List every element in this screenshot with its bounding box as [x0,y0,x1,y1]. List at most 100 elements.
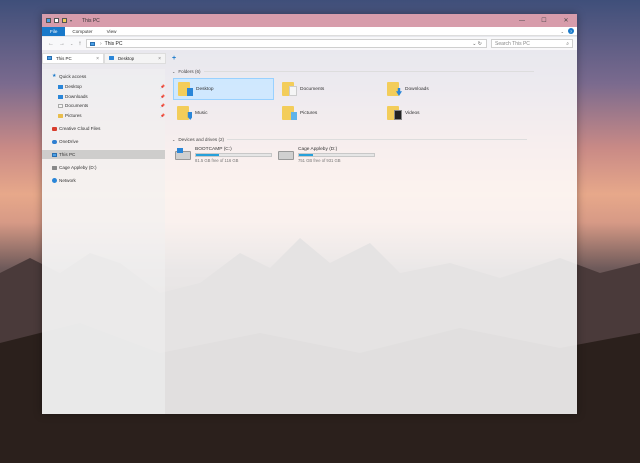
section-divider [203,71,534,72]
properties-icon[interactable] [54,18,59,23]
downloads-folder-icon [387,82,399,96]
minimize-button[interactable]: — [511,14,533,27]
title-bar: ▾ This PC — ☐ ✕ [42,14,577,27]
folder-icon [109,56,114,60]
search-input[interactable]: Search This PC ⌕ [491,39,573,48]
sidebar-item-label: Cage Appleby (D:) [59,165,97,170]
pin-icon[interactable]: 📌 [160,113,165,118]
close-button[interactable]: ✕ [555,14,577,27]
sidebar-item-creative-cloud-files[interactable]: Creative Cloud Files [42,124,165,133]
folder-label: Documents [300,86,325,92]
new-tab-button[interactable]: + [172,55,176,62]
address-bar[interactable]: › This PC ⌄ ↻ [86,39,487,48]
new-folder-icon[interactable] [62,18,67,23]
help-button[interactable]: ? [568,28,574,34]
drive-usage-bar [298,153,375,157]
maximize-button[interactable]: ☐ [533,14,555,27]
pictures-folder-icon [282,106,297,120]
sidebar-item-cage-appleby-d[interactable]: Cage Appleby (D:) [42,163,165,172]
close-tab-icon[interactable]: × [158,56,161,62]
tab-label: This PC [56,55,72,61]
sidebar-item-label: This PC [59,152,76,157]
ribbon-tab-computer[interactable]: Computer [65,27,99,36]
search-icon: ⌕ [566,41,569,47]
folder-label: Videos [405,110,420,116]
ribbon-tab-file[interactable]: File [42,26,66,36]
pin-icon[interactable]: 📌 [160,84,165,89]
chevron-down-icon: ⌄ [172,137,176,142]
ribbon-right: ⌄ ? [561,28,574,34]
sidebar-item-this-pc[interactable]: This PC [42,150,165,159]
drive-usage-fill [196,154,219,156]
chevron-down-icon[interactable]: ⌄ [561,29,564,34]
content-pane: ⌄ Folders (6) Desktop Documents Download… [170,69,575,414]
folder-tile-documents[interactable]: Documents [278,78,379,100]
folder-tile-pictures[interactable]: Pictures [278,102,379,124]
navigation-pane: ★ Quick access Desktop 📌 Downloads 📌 Doc… [42,69,165,414]
file-explorer-window: ▾ This PC — ☐ ✕ File Computer View ⌄ ? ←… [42,14,577,414]
folder-label: Desktop [196,86,214,92]
folder-icon [58,103,63,108]
section-folders-header[interactable]: ⌄ Folders (6) [172,69,534,74]
computer-icon[interactable] [46,18,51,23]
sidebar-item-label: OneDrive [59,139,79,144]
folder-tile-desktop[interactable]: Desktop [173,78,274,100]
sidebar-item-downloads[interactable]: Downloads 📌 [42,92,165,101]
refresh-icon[interactable]: ⌄ ↻ [472,41,482,47]
folder-tile-downloads[interactable]: Downloads [383,78,484,100]
window-controls: — ☐ ✕ [511,14,577,27]
folder-label: Downloads [405,86,429,92]
ribbon-tab-view[interactable]: View [100,27,124,36]
sidebar-item-label: Downloads [65,94,88,99]
drive-usage-fill [299,154,314,156]
back-arrow-icon[interactable]: ← [48,41,54,47]
drive-tile-bootcamp-c[interactable]: BOOTCAMP (C:) 81.5 GB free of 116 GB [175,144,285,166]
section-devices-header[interactable]: ⌄ Devices and drives (2) [172,137,528,142]
computer-icon [52,152,57,157]
section-title: Folders (6) [178,69,201,74]
drive-name: BOOTCAMP (C:) [195,147,232,152]
sidebar-item-onedrive[interactable]: OneDrive [42,137,165,146]
section-title: Devices and drives (2) [178,137,225,142]
drive-icon [52,165,57,170]
ribbon: File Computer View ⌄ ? [42,26,577,36]
drive-free-space: 751 GB free of 931 GB [298,158,341,163]
sidebar-item-documents[interactable]: Documents 📌 [42,101,165,110]
drive-free-space: 81.5 GB free of 116 GB [195,158,239,163]
folder-tile-videos[interactable]: Videos [383,102,484,124]
breadcrumb-separator-icon: › [100,40,102,47]
folder-label: Music [195,110,208,116]
sidebar-item-quick-access[interactable]: ★ Quick access [42,72,165,81]
quick-access-toolbar: ▾ [42,18,72,23]
sidebar-item-pictures[interactable]: Pictures 📌 [42,111,165,120]
sidebar-item-desktop[interactable]: Desktop 📌 [42,82,165,91]
tab-this-pc[interactable]: This PC × [42,52,104,64]
drive-details: Cage Appleby (D:) 751 GB free of 931 GB [298,147,375,163]
cloud-icon [52,139,57,144]
section-divider [227,139,528,140]
search-placeholder: Search This PC [495,40,530,47]
navigation-buttons: ← → ⌄ ↑ [42,41,84,47]
drive-tile-cage-appleby-d[interactable]: Cage Appleby (D:) 751 GB free of 931 GB [278,144,388,166]
music-folder-icon [177,106,189,120]
drive-usage-bar [195,153,272,157]
sidebar-item-label: Quick access [59,74,87,79]
close-tab-icon[interactable]: × [96,56,99,62]
folder-tile-music[interactable]: Music [173,102,274,124]
tab-label: Desktop [118,55,135,61]
sidebar-item-label: Creative Cloud Files [59,126,101,131]
sidebar-item-network[interactable]: Network [42,176,165,185]
chevron-down-icon[interactable]: ⌄ [70,41,73,47]
chevron-down-icon: ⌄ [172,69,176,74]
forward-arrow-icon[interactable]: → [59,41,65,47]
tab-strip: This PC × Desktop × + [42,52,577,64]
up-arrow-icon[interactable]: ↑ [78,41,81,47]
tab-desktop[interactable]: Desktop × [104,52,166,64]
pin-icon[interactable]: 📌 [160,94,165,99]
chevron-down-icon[interactable]: ▾ [70,18,72,23]
pin-icon[interactable]: 📌 [160,103,165,108]
breadcrumb[interactable]: This PC [105,41,123,47]
videos-folder-icon [387,106,402,120]
window-title: This PC [82,17,100,24]
drive-name: Cage Appleby (D:) [298,147,338,152]
